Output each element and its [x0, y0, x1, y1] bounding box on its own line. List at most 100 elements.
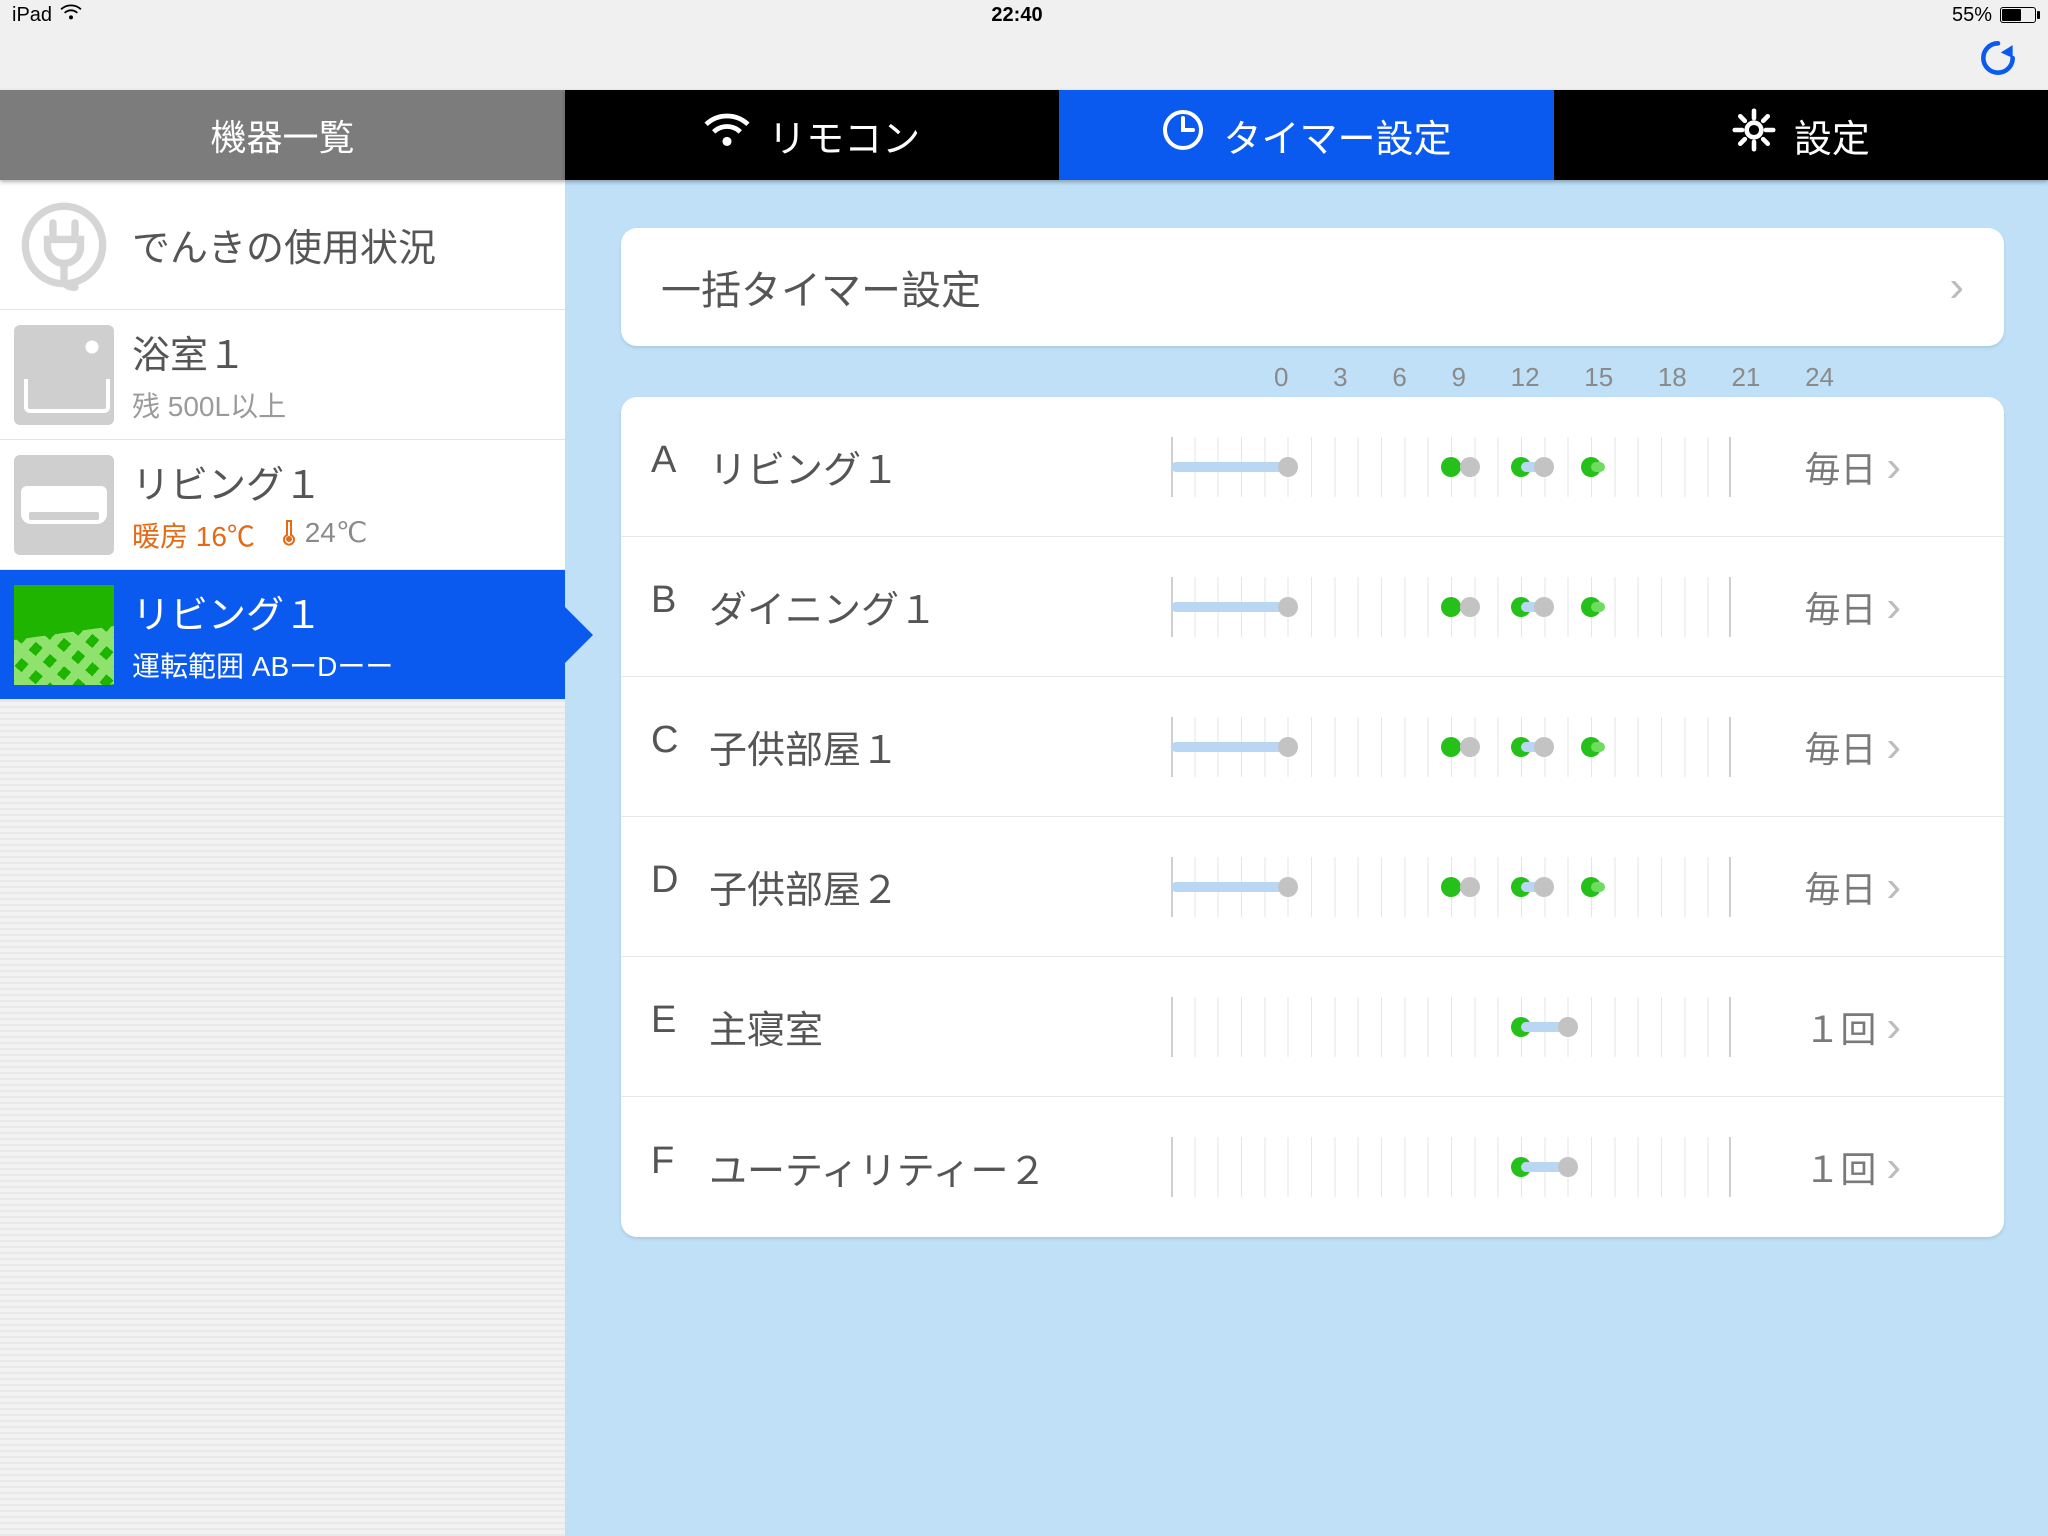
timer-freq-label: １回 — [1804, 1001, 1876, 1053]
sidebar-item-label: リビング１ — [132, 454, 367, 509]
timeline-dot — [1278, 597, 1298, 617]
thermometer-icon — [281, 518, 299, 546]
timeline-dot — [1460, 877, 1480, 897]
timer-freq-label: １回 — [1804, 1141, 1876, 1193]
sidebar-item-label: 浴室１ — [132, 324, 286, 379]
timer-row[interactable]: E 主寝室 １回› — [621, 957, 2004, 1097]
timeline-segment — [1171, 882, 1288, 892]
timeline-dot — [1278, 877, 1298, 897]
tab-settings[interactable]: 設定 — [1554, 90, 2048, 180]
device-label: iPad — [12, 4, 52, 27]
timeline-dot — [1278, 737, 1298, 757]
sidebar: 機器一覧 でんきの使用状況 浴室１ 残 500L以上 リビング１ 暖房 16℃ … — [0, 90, 565, 1536]
timer-freq-label: 毎日 — [1804, 441, 1876, 493]
timeline-dot — [1278, 457, 1298, 477]
timer-room-name: ユーティリティー２ — [709, 1140, 1046, 1195]
chevron-right-icon: › — [1949, 262, 1964, 312]
timeline-segment — [1591, 882, 1605, 892]
sidebar-item-sub: 運転範囲 ABーDーー — [132, 645, 393, 685]
wifi-icon — [704, 111, 750, 159]
timer-room-name: 主寝室 — [709, 999, 823, 1054]
timeline — [1171, 857, 1731, 917]
tab-label: リモコン — [768, 108, 920, 163]
main-pane: リモコン タイマー設定 設定 一括タイマー設定 › 03691215182124… — [565, 90, 2048, 1536]
plug-icon — [14, 195, 114, 295]
timer-row[interactable]: F ユーティリティー２ １回› — [621, 1097, 2004, 1237]
timeline-segment — [1591, 602, 1605, 612]
hour-tick: 12 — [1511, 362, 1540, 393]
timeline-segment — [1171, 462, 1288, 472]
timer-letter: D — [651, 859, 691, 914]
hour-tick: 15 — [1584, 362, 1613, 393]
timer-freq-label: 毎日 — [1804, 581, 1876, 633]
chevron-right-icon: › — [1886, 1142, 1901, 1192]
timeline — [1171, 1137, 1731, 1197]
timer-letter: E — [651, 999, 691, 1054]
sidebar-empty — [0, 700, 565, 1536]
hour-tick: 21 — [1731, 362, 1760, 393]
tabs: リモコン タイマー設定 設定 — [565, 90, 2048, 180]
tab-timer[interactable]: タイマー設定 — [1059, 90, 1553, 180]
status-bar: iPad 22:40 55% — [0, 0, 2048, 30]
timer-room-name: ダイニング１ — [709, 579, 937, 634]
sidebar-item-living-ac[interactable]: リビング１ 暖房 16℃ 24℃ — [0, 440, 565, 570]
timeline-dot — [1460, 457, 1480, 477]
timeline-segment — [1591, 462, 1605, 472]
timeline-dot — [1534, 457, 1554, 477]
timeline-dot — [1441, 457, 1461, 477]
mode-label: 暖房 16℃ — [132, 521, 255, 552]
chevron-right-icon: › — [1886, 1002, 1901, 1052]
timeline-dot — [1441, 877, 1461, 897]
hour-tick: 0 — [1274, 362, 1288, 393]
chevron-right-icon: › — [1886, 442, 1901, 492]
timer-row[interactable]: B ダイニング１ 毎日› — [621, 537, 2004, 677]
timer-row[interactable]: D子供部屋２毎日› — [621, 817, 2004, 957]
timeline-dot — [1558, 1017, 1578, 1037]
timeline-dot — [1534, 877, 1554, 897]
wifi-icon — [60, 3, 82, 27]
battery-icon — [2000, 7, 2036, 23]
timeline-dot — [1460, 597, 1480, 617]
hour-tick: 18 — [1658, 362, 1687, 393]
timeline-dot — [1460, 737, 1480, 757]
chevron-right-icon: › — [1886, 582, 1901, 632]
room-temp: 24℃ — [305, 516, 368, 549]
timeline-segment — [1591, 742, 1605, 752]
tab-label: タイマー設定 — [1223, 108, 1451, 163]
timeline-dot — [1441, 597, 1461, 617]
hour-tick: 24 — [1805, 362, 1834, 393]
sidebar-item-label: でんきの使用状況 — [132, 217, 436, 272]
bulk-timer-row[interactable]: 一括タイマー設定 › — [621, 228, 2004, 346]
tab-label: 設定 — [1794, 108, 1870, 163]
hour-ticks: 03691215182124 — [621, 362, 2004, 393]
sidebar-item-sub: 残 500L以上 — [132, 385, 286, 425]
timer-room-name: 子供部屋１ — [709, 719, 899, 774]
timeline-segment — [1171, 742, 1288, 752]
gear-icon — [1732, 108, 1776, 162]
aircon-icon — [14, 455, 114, 555]
sidebar-item-bathroom[interactable]: 浴室１ 残 500L以上 — [0, 310, 565, 440]
timer-list: Aリビング１毎日›Bダイニング１毎日›C子供部屋１毎日›D子供部屋２毎日›E主寝… — [621, 397, 2004, 1237]
sidebar-header: 機器一覧 — [0, 90, 565, 180]
timer-freq-label: 毎日 — [1804, 861, 1876, 913]
timer-row[interactable]: C子供部屋１毎日› — [621, 677, 2004, 817]
timer-letter: F — [651, 1140, 691, 1195]
sidebar-item-power-usage[interactable]: でんきの使用状況 — [0, 180, 565, 310]
sidebar-item-sub: 暖房 16℃ 24℃ — [132, 515, 367, 555]
battery-pct: 55% — [1952, 4, 1992, 27]
timer-letter: B — [651, 579, 691, 634]
timeline — [1171, 997, 1731, 1057]
timeline — [1171, 437, 1731, 497]
shower-icon — [14, 325, 114, 425]
chevron-right-icon: › — [1886, 722, 1901, 772]
refresh-icon[interactable] — [1976, 36, 2020, 85]
hour-tick: 9 — [1451, 362, 1465, 393]
timer-row[interactable]: Aリビング１毎日› — [621, 397, 2004, 537]
timeline-segment — [1171, 602, 1288, 612]
timeline-dot — [1441, 737, 1461, 757]
timeline-dot — [1558, 1157, 1578, 1177]
sidebar-item-living-floor[interactable]: リビング１ 運転範囲 ABーDーー — [0, 570, 565, 700]
tab-remote[interactable]: リモコン — [565, 90, 1059, 180]
bulk-timer-label: 一括タイマー設定 — [661, 258, 981, 316]
sidebar-item-label: リビング１ — [132, 584, 393, 639]
